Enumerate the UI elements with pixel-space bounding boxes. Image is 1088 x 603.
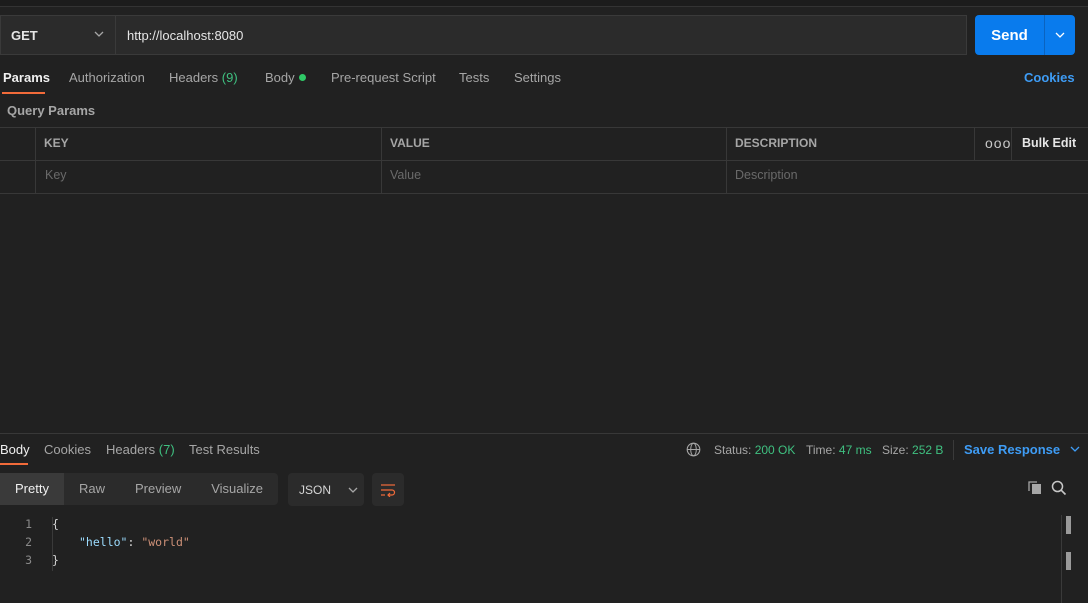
headers-count: (9): [221, 70, 238, 85]
response-headers-count: (7): [158, 442, 175, 457]
response-tab-cookies[interactable]: Cookies: [44, 442, 91, 457]
view-visualize[interactable]: Visualize: [196, 473, 278, 505]
view-pretty[interactable]: Pretty: [0, 473, 64, 505]
view-raw[interactable]: Raw: [64, 473, 120, 505]
chevron-down-icon: [1055, 32, 1065, 38]
size-info: Size: 252 B: [882, 443, 943, 457]
chevron-down-icon: [348, 487, 358, 493]
table-bottom-border: [0, 193, 1088, 194]
line-number: 2: [25, 535, 32, 549]
send-options-button[interactable]: [1044, 15, 1075, 55]
copy-icon[interactable]: [1027, 480, 1043, 496]
method-label: GET: [11, 27, 38, 43]
time-label: Time:: [806, 443, 836, 457]
response-headers-label: Headers: [106, 442, 156, 457]
chevron-down-icon: [94, 31, 104, 37]
view-preview[interactable]: Preview: [120, 473, 196, 505]
column-header-value: VALUE: [390, 136, 430, 150]
response-tab-headers[interactable]: Headers (7): [106, 442, 175, 457]
tab-body-label: Body: [265, 70, 295, 85]
tab-tests[interactable]: Tests: [459, 70, 489, 88]
status-info: Status: 200 OK: [714, 443, 795, 457]
code-line: 2 "hello": "world": [0, 535, 1060, 553]
format-label: JSON: [299, 482, 332, 497]
method-select[interactable]: GET: [0, 15, 115, 55]
tab-settings[interactable]: Settings: [514, 70, 561, 88]
save-response-label: Save Response: [964, 442, 1061, 457]
top-border: [0, 0, 1088, 7]
chevron-down-icon: [1070, 446, 1080, 452]
response-active-tab-indicator: [0, 463, 28, 465]
send-label: Send: [991, 26, 1028, 44]
save-response-button[interactable]: Save Response: [964, 442, 1080, 457]
response-divider: [0, 433, 1088, 434]
response-tab-test-results[interactable]: Test Results: [189, 442, 260, 457]
globe-icon[interactable]: [686, 442, 701, 457]
tab-body[interactable]: Body: [265, 70, 306, 88]
status-value: 200 OK: [754, 443, 796, 457]
tab-pre-request-script[interactable]: Pre-request Script: [331, 70, 436, 88]
col-divider: [726, 127, 727, 193]
tab-authorization[interactable]: Authorization: [69, 70, 145, 88]
line-number: 1: [25, 517, 32, 531]
active-tab-indicator: [2, 92, 45, 94]
json-key: "hello": [79, 535, 128, 549]
wrap-lines-button[interactable]: [372, 473, 404, 506]
response-tab-body[interactable]: Body: [0, 442, 30, 457]
body-indicator-dot: [298, 74, 306, 81]
code-line: 3 }: [0, 553, 1060, 571]
value-input[interactable]: Value: [390, 168, 421, 182]
send-button[interactable]: Send: [975, 15, 1044, 55]
json-colon: :: [127, 535, 142, 549]
separator: [953, 440, 954, 460]
column-header-key: KEY: [44, 136, 69, 150]
format-select[interactable]: JSON: [288, 473, 364, 506]
size-value: 252 B: [912, 443, 944, 457]
time-value: 47 ms: [838, 443, 872, 457]
bulk-edit-button[interactable]: Bulk Edit: [1022, 136, 1076, 150]
tab-params[interactable]: Params: [3, 70, 50, 88]
col-divider: [35, 127, 36, 193]
code-brace-open: {: [52, 517, 59, 531]
code-line: 1 {: [0, 517, 1060, 535]
more-options-button[interactable]: ooo: [985, 135, 1011, 151]
scrollbar-marker[interactable]: [1066, 552, 1071, 570]
table-row-border: [0, 160, 1088, 161]
line-number: 3: [25, 553, 32, 567]
query-params-title: Query Params: [7, 103, 96, 118]
url-text: http://localhost:8080: [127, 27, 244, 43]
key-input[interactable]: Key: [45, 168, 67, 182]
column-header-description: DESCRIPTION: [735, 136, 818, 150]
scrollbar-track: [1061, 515, 1062, 603]
col-divider: [381, 127, 382, 193]
table-top-border: [0, 127, 1088, 128]
search-icon[interactable]: [1051, 480, 1067, 496]
code-content: "hello": "world": [79, 535, 190, 549]
wrap-lines-icon: [381, 483, 396, 497]
tab-headers-label: Headers: [169, 70, 219, 85]
status-label: Status:: [714, 443, 752, 457]
response-view-selector: Pretty Raw Preview Visualize: [0, 473, 279, 505]
url-input[interactable]: http://localhost:8080: [115, 15, 967, 55]
time-info: Time: 47 ms: [806, 443, 872, 457]
json-value: "world": [141, 535, 190, 549]
tab-headers[interactable]: Headers (9): [169, 70, 238, 88]
scrollbar-marker[interactable]: [1066, 516, 1071, 534]
col-divider: [974, 127, 975, 160]
code-brace-close: }: [52, 553, 59, 567]
cookies-link[interactable]: Cookies: [1024, 70, 1075, 85]
size-label: Size:: [882, 443, 909, 457]
description-input[interactable]: Description: [735, 168, 798, 182]
